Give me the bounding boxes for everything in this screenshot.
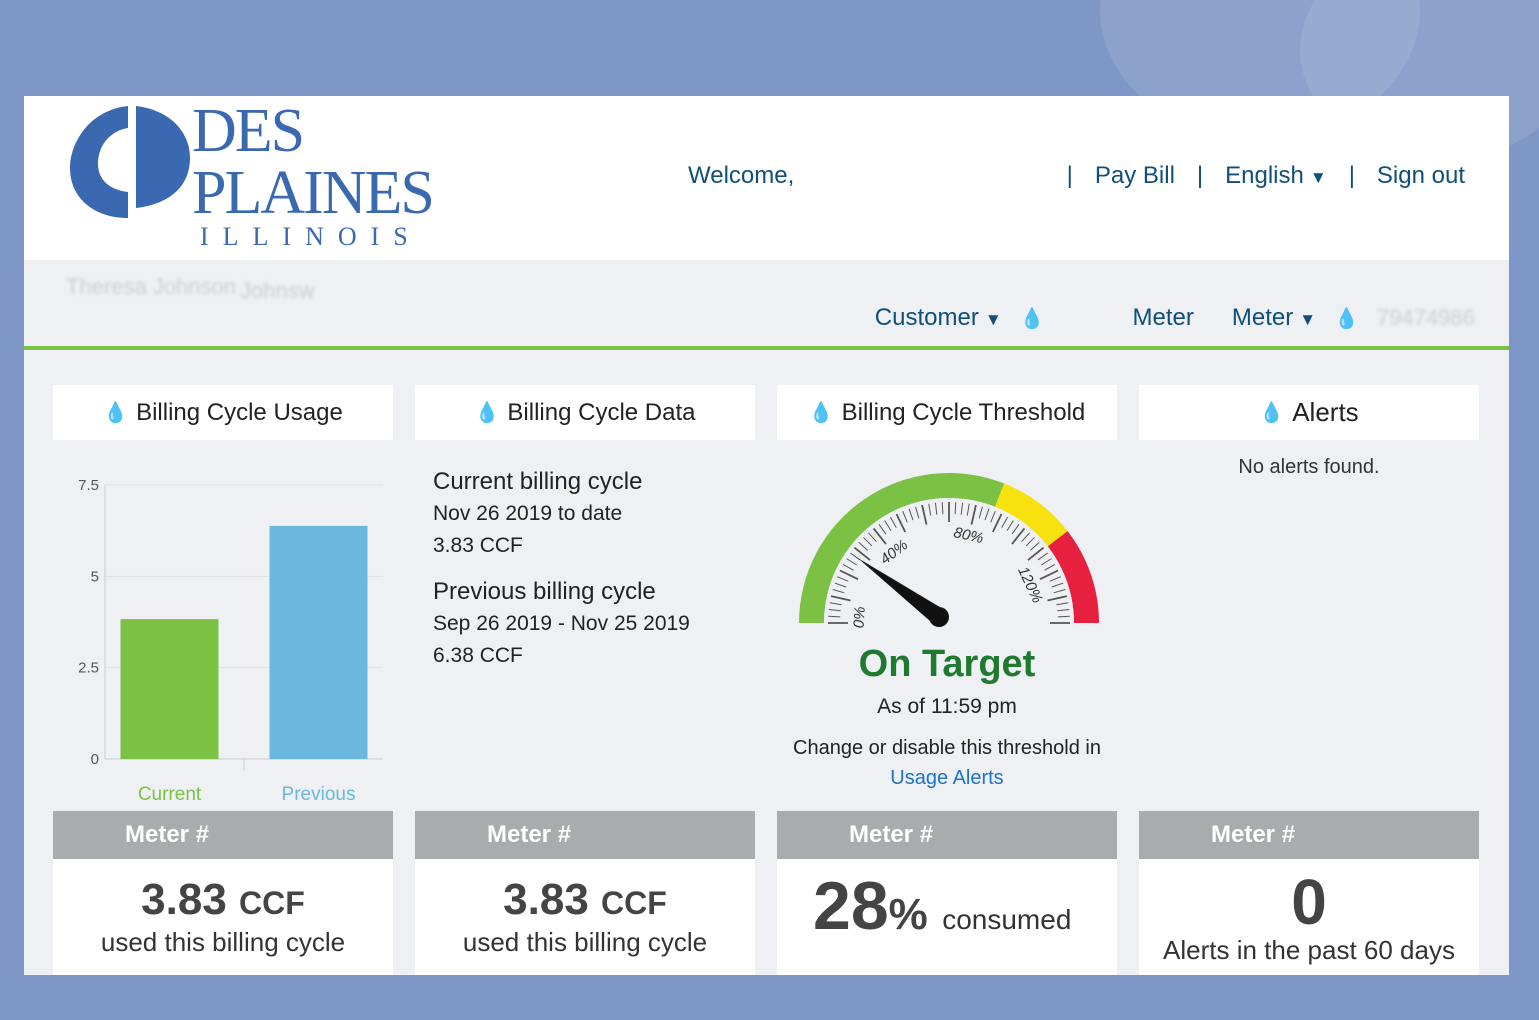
nav-separator: | bbox=[1196, 162, 1204, 189]
panel-title: Billing Cycle Data bbox=[507, 398, 696, 426]
meter-number-bar: Meter # bbox=[777, 811, 1117, 859]
meter-dropdown-label: Meter bbox=[1231, 304, 1294, 331]
gauge-tick bbox=[1057, 615, 1070, 618]
welcome-text: Welcome, bbox=[688, 162, 795, 189]
threshold-gauge: 0%40%80%120% bbox=[799, 473, 1099, 629]
water-drop-icon: 💧 bbox=[1019, 307, 1045, 330]
panel-header: 💧 Alerts bbox=[1139, 385, 1479, 440]
previous-cycle-value: 6.38 CCF bbox=[433, 644, 523, 667]
previous-cycle-heading: Previous billing cycle bbox=[433, 578, 656, 605]
bar-current bbox=[120, 619, 219, 759]
x-tick-label: Previous bbox=[282, 784, 356, 805]
chevron-down-icon: ▼ bbox=[1299, 310, 1317, 329]
sign-out-link[interactable]: Sign out bbox=[1377, 162, 1465, 190]
usage-summary: 3.83 CCF used this billing cycle bbox=[415, 859, 755, 975]
meter-number-bar: Meter # bbox=[415, 811, 755, 859]
logo-mark-icon bbox=[70, 106, 190, 218]
percent-sign: % bbox=[888, 890, 928, 939]
account-selectors: Customer ▼ 💧 Meter Meter ▼ 💧 79474986 bbox=[875, 304, 1475, 332]
gauge-tick bbox=[828, 615, 841, 618]
water-drop-icon: 💧 bbox=[1259, 402, 1285, 424]
usage-alerts-link[interactable]: Usage Alerts bbox=[890, 767, 1003, 789]
panel-title: Billing Cycle Threshold bbox=[841, 398, 1086, 426]
current-cycle-value: 3.83 CCF bbox=[433, 534, 523, 557]
consumed-summary: 28% consumed bbox=[777, 859, 1117, 975]
y-tick-label: 0 bbox=[91, 751, 99, 768]
water-drop-icon: 💧 bbox=[474, 402, 500, 424]
gauge-tick bbox=[954, 502, 957, 515]
meter-number-bar: Meter # bbox=[53, 811, 393, 859]
chevron-down-icon: ▼ bbox=[1309, 168, 1327, 187]
previous-cycle-range: Sep 26 2019 - Nov 25 2019 bbox=[433, 612, 690, 635]
logo-text-plaines: PLAINES bbox=[192, 159, 435, 227]
y-tick-label: 7.5 bbox=[78, 477, 99, 494]
alerts-caption: Alerts in the past 60 days bbox=[1163, 935, 1455, 965]
usage-bar-chart: 0 2.5 5 7.5 Current Previous bbox=[78, 477, 383, 805]
billing-cycle-threshold-panel: 💧 Billing Cycle Threshold 0% 40% 80% 120% O… bbox=[777, 385, 1117, 975]
account-name-blurred: Theresa Johnson bbox=[66, 274, 236, 299]
logo-text-illinois: ILLINOIS bbox=[200, 222, 422, 251]
x-tick-label: Current bbox=[138, 784, 202, 805]
meter-dropdown[interactable]: Meter ▼ bbox=[1232, 304, 1316, 332]
current-cycle-range: Nov 26 2019 to date bbox=[433, 502, 623, 525]
consumed-label: consumed bbox=[942, 904, 1072, 935]
app-window: DES PLAINES ILLINOIS Welcome, | Pay Bill… bbox=[24, 96, 1509, 975]
pay-bill-link[interactable]: Pay Bill bbox=[1095, 162, 1175, 190]
consumed-percent: 28 bbox=[813, 868, 889, 944]
meter-number-blurred: 79474986 bbox=[1377, 305, 1475, 330]
nav-separator: | bbox=[1348, 162, 1355, 189]
panel-title: Alerts bbox=[1292, 397, 1359, 427]
billing-cycle-data-panel: 💧 Billing Cycle Data Current billing cyc… bbox=[415, 385, 755, 975]
water-drop-icon: 💧 bbox=[1334, 307, 1359, 330]
gauge-tick-label: 0% bbox=[851, 606, 869, 629]
current-cycle-heading: Current billing cycle bbox=[433, 468, 643, 495]
usage-value: 3.83 bbox=[503, 875, 589, 924]
gauge-tick bbox=[941, 502, 944, 515]
customer-label: Customer bbox=[874, 304, 979, 331]
bar-previous bbox=[269, 525, 368, 759]
water-drop-icon: 💧 bbox=[103, 402, 129, 424]
panel-header: 💧 Billing Cycle Usage bbox=[53, 385, 393, 440]
top-nav: | Pay Bill | English ▼ | Sign out bbox=[1067, 162, 1465, 190]
panel-title: Billing Cycle Usage bbox=[136, 398, 343, 426]
usage-summary: 3.83 CCF used this billing cycle bbox=[53, 859, 393, 975]
gauge-needle-hub bbox=[929, 607, 949, 627]
header: DES PLAINES ILLINOIS Welcome, | Pay Bill… bbox=[24, 96, 1509, 260]
panel-header: 💧 Billing Cycle Data bbox=[415, 385, 755, 440]
usage-value: 3.83 bbox=[141, 875, 227, 924]
meter-number-bar: Meter # bbox=[1139, 811, 1479, 859]
usage-unit: CCF bbox=[601, 885, 667, 921]
threshold-change-text: Change or disable this threshold in bbox=[793, 737, 1101, 759]
usage-caption: used this billing cycle bbox=[462, 927, 708, 957]
threshold-status: On Target bbox=[858, 643, 1036, 685]
language-dropdown[interactable]: English ▼ bbox=[1225, 162, 1327, 190]
water-drop-icon: 💧 bbox=[808, 402, 834, 424]
chevron-down-icon: ▼ bbox=[984, 310, 1002, 329]
language-label: English bbox=[1225, 162, 1304, 189]
logo-text-des: DES bbox=[192, 97, 305, 165]
account-bar: Theresa Johnson Johnsw Customer ▼ 💧 Meter… bbox=[24, 260, 1509, 350]
usage-unit: CCF bbox=[239, 885, 305, 921]
alerts-count: 0 bbox=[1291, 866, 1327, 938]
threshold-timestamp: As of 11:59 pm bbox=[877, 695, 1017, 718]
account-address-blurred: Johnsw bbox=[240, 278, 315, 303]
billing-cycle-usage-panel: 💧 Billing Cycle Usage 0 2.5 5 7.5 Current Pre… bbox=[53, 385, 393, 975]
billing-cycle-details: Current billing cycle Nov 26 2019 to dat… bbox=[415, 440, 755, 704]
y-tick-label: 5 bbox=[91, 568, 99, 585]
alerts-panel: 💧 Alerts No alerts found. Meter # 0 Aler… bbox=[1139, 385, 1479, 975]
alerts-summary: 0 Alerts in the past 60 days bbox=[1139, 859, 1479, 975]
customer-dropdown[interactable]: Customer ▼ bbox=[875, 304, 1002, 332]
des-plaines-logo[interactable]: DES PLAINES ILLINOIS bbox=[68, 98, 448, 256]
nav-separator: | bbox=[1066, 162, 1073, 189]
panel-header: 💧 Billing Cycle Threshold bbox=[777, 385, 1117, 440]
no-alerts-message: No alerts found. bbox=[1238, 456, 1380, 478]
y-tick-label: 2.5 bbox=[78, 660, 99, 677]
meter-label: Meter bbox=[1132, 304, 1194, 331]
usage-caption: used this billing cycle bbox=[100, 927, 346, 957]
